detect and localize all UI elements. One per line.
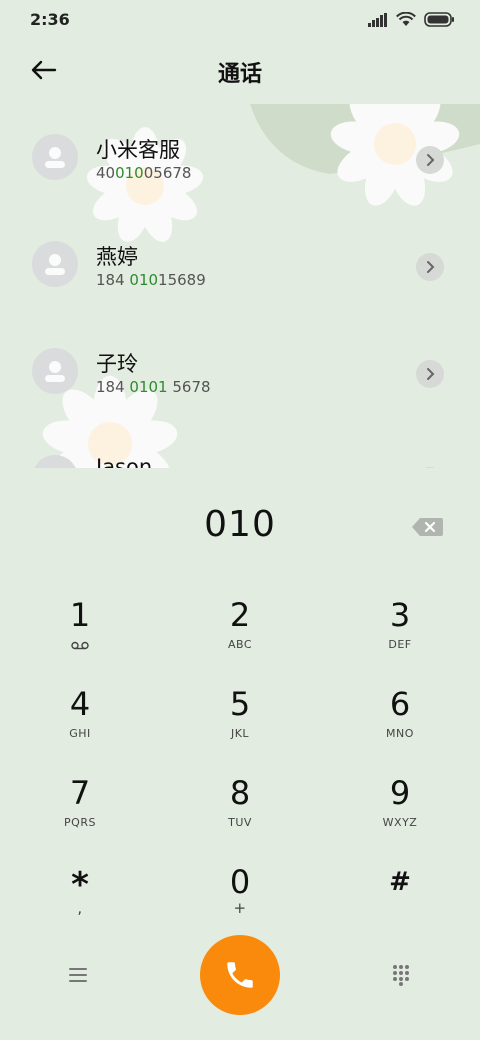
voicemail-icon bbox=[20, 640, 140, 653]
person-icon bbox=[45, 361, 65, 382]
dialpad-icon bbox=[393, 965, 409, 986]
battery-icon bbox=[424, 12, 454, 27]
key-letters: WXYZ bbox=[382, 816, 418, 829]
keypad-toggle-button[interactable] bbox=[386, 960, 416, 990]
status-bar: 2:36 bbox=[0, 0, 480, 40]
key-2[interactable]: 2 ABC bbox=[180, 588, 300, 668]
header: 通话 bbox=[0, 44, 480, 96]
key-3[interactable]: 3 DEF bbox=[340, 588, 460, 668]
avatar bbox=[32, 241, 78, 287]
dialed-number: 010 bbox=[204, 504, 276, 545]
contact-row[interactable]: Jason bbox=[0, 425, 480, 468]
phone-icon bbox=[227, 962, 253, 988]
key-digit: 2 bbox=[229, 596, 251, 634]
chevron-right-icon bbox=[427, 368, 435, 380]
status-icons bbox=[368, 12, 454, 27]
key-star[interactable]: * , bbox=[20, 855, 140, 935]
key-letters: TUV bbox=[228, 816, 252, 829]
key-letters: MNO bbox=[386, 727, 414, 740]
key-5[interactable]: 5 JKL bbox=[180, 677, 300, 757]
signal-icon bbox=[368, 12, 387, 27]
key-digit: 9 bbox=[389, 774, 411, 812]
backspace-button[interactable] bbox=[410, 516, 444, 540]
menu-icon bbox=[69, 968, 87, 982]
key-digit: 3 bbox=[389, 596, 411, 634]
key-letters: + bbox=[233, 899, 247, 917]
key-8[interactable]: 8 TUV bbox=[180, 766, 300, 846]
key-digit: 8 bbox=[229, 774, 251, 812]
avatar bbox=[32, 348, 78, 394]
key-digit: 0 bbox=[229, 863, 251, 901]
key-letters: JKL bbox=[230, 727, 250, 740]
person-icon bbox=[32, 455, 78, 468]
avatar bbox=[32, 455, 78, 468]
wifi-icon bbox=[396, 12, 416, 26]
key-digit: 6 bbox=[389, 685, 411, 723]
key-letters: , bbox=[77, 899, 83, 917]
contact-row[interactable]: 小米客服 4001005678 bbox=[0, 104, 480, 204]
key-digit: 1 bbox=[69, 596, 91, 634]
key-0[interactable]: 0 + bbox=[180, 855, 300, 935]
key-letters: GHI bbox=[69, 727, 91, 740]
key-letters: ABC bbox=[227, 638, 253, 651]
contact-row[interactable]: 子玲 184 0101 5678 bbox=[0, 318, 480, 418]
key-letters: DEF bbox=[388, 638, 412, 651]
contact-name: Jason bbox=[96, 455, 153, 468]
menu-button[interactable] bbox=[62, 962, 94, 988]
chevron-right-icon bbox=[427, 154, 435, 166]
contact-row[interactable]: 燕婷 184 01015689 bbox=[0, 211, 480, 311]
key-digit: 5 bbox=[229, 685, 251, 723]
avatar bbox=[32, 134, 78, 180]
contact-detail-button[interactable] bbox=[416, 253, 444, 281]
dial-display: 010 bbox=[0, 496, 480, 560]
key-6[interactable]: 6 MNO bbox=[340, 677, 460, 757]
chevron-right-icon bbox=[427, 261, 435, 273]
contact-number: 4001005678 bbox=[96, 164, 192, 182]
contact-detail-button[interactable] bbox=[416, 146, 444, 174]
backspace-icon bbox=[412, 518, 443, 536]
contact-detail-button[interactable] bbox=[416, 360, 444, 388]
key-hash[interactable]: # bbox=[340, 855, 460, 935]
contact-name: 子玲 bbox=[96, 352, 138, 376]
contact-detail-button[interactable] bbox=[416, 467, 444, 468]
person-icon bbox=[45, 147, 65, 168]
person-icon bbox=[45, 254, 65, 275]
key-4[interactable]: 4 GHI bbox=[20, 677, 140, 757]
call-button[interactable] bbox=[200, 935, 280, 1015]
contact-number: 184 0101 5678 bbox=[96, 378, 211, 396]
key-9[interactable]: 9 WXYZ bbox=[340, 766, 460, 846]
key-1[interactable]: 1 bbox=[20, 588, 140, 668]
key-digit: 4 bbox=[69, 685, 91, 723]
page-title: 通话 bbox=[217, 62, 262, 87]
contact-name: 小米客服 bbox=[96, 138, 180, 162]
bottom-bar bbox=[0, 930, 480, 1020]
key-letters: PQRS bbox=[64, 816, 96, 829]
key-7[interactable]: 7 PQRS bbox=[20, 766, 140, 846]
contact-suggestions: 小米客服 4001005678 燕婷 184 01015689 子玲 184 0… bbox=[0, 104, 480, 468]
contact-name: 燕婷 bbox=[96, 245, 138, 269]
status-time: 2:36 bbox=[30, 10, 70, 29]
contact-number: 184 01015689 bbox=[96, 271, 206, 289]
key-digit: # bbox=[389, 867, 411, 897]
key-digit: 7 bbox=[69, 774, 91, 812]
